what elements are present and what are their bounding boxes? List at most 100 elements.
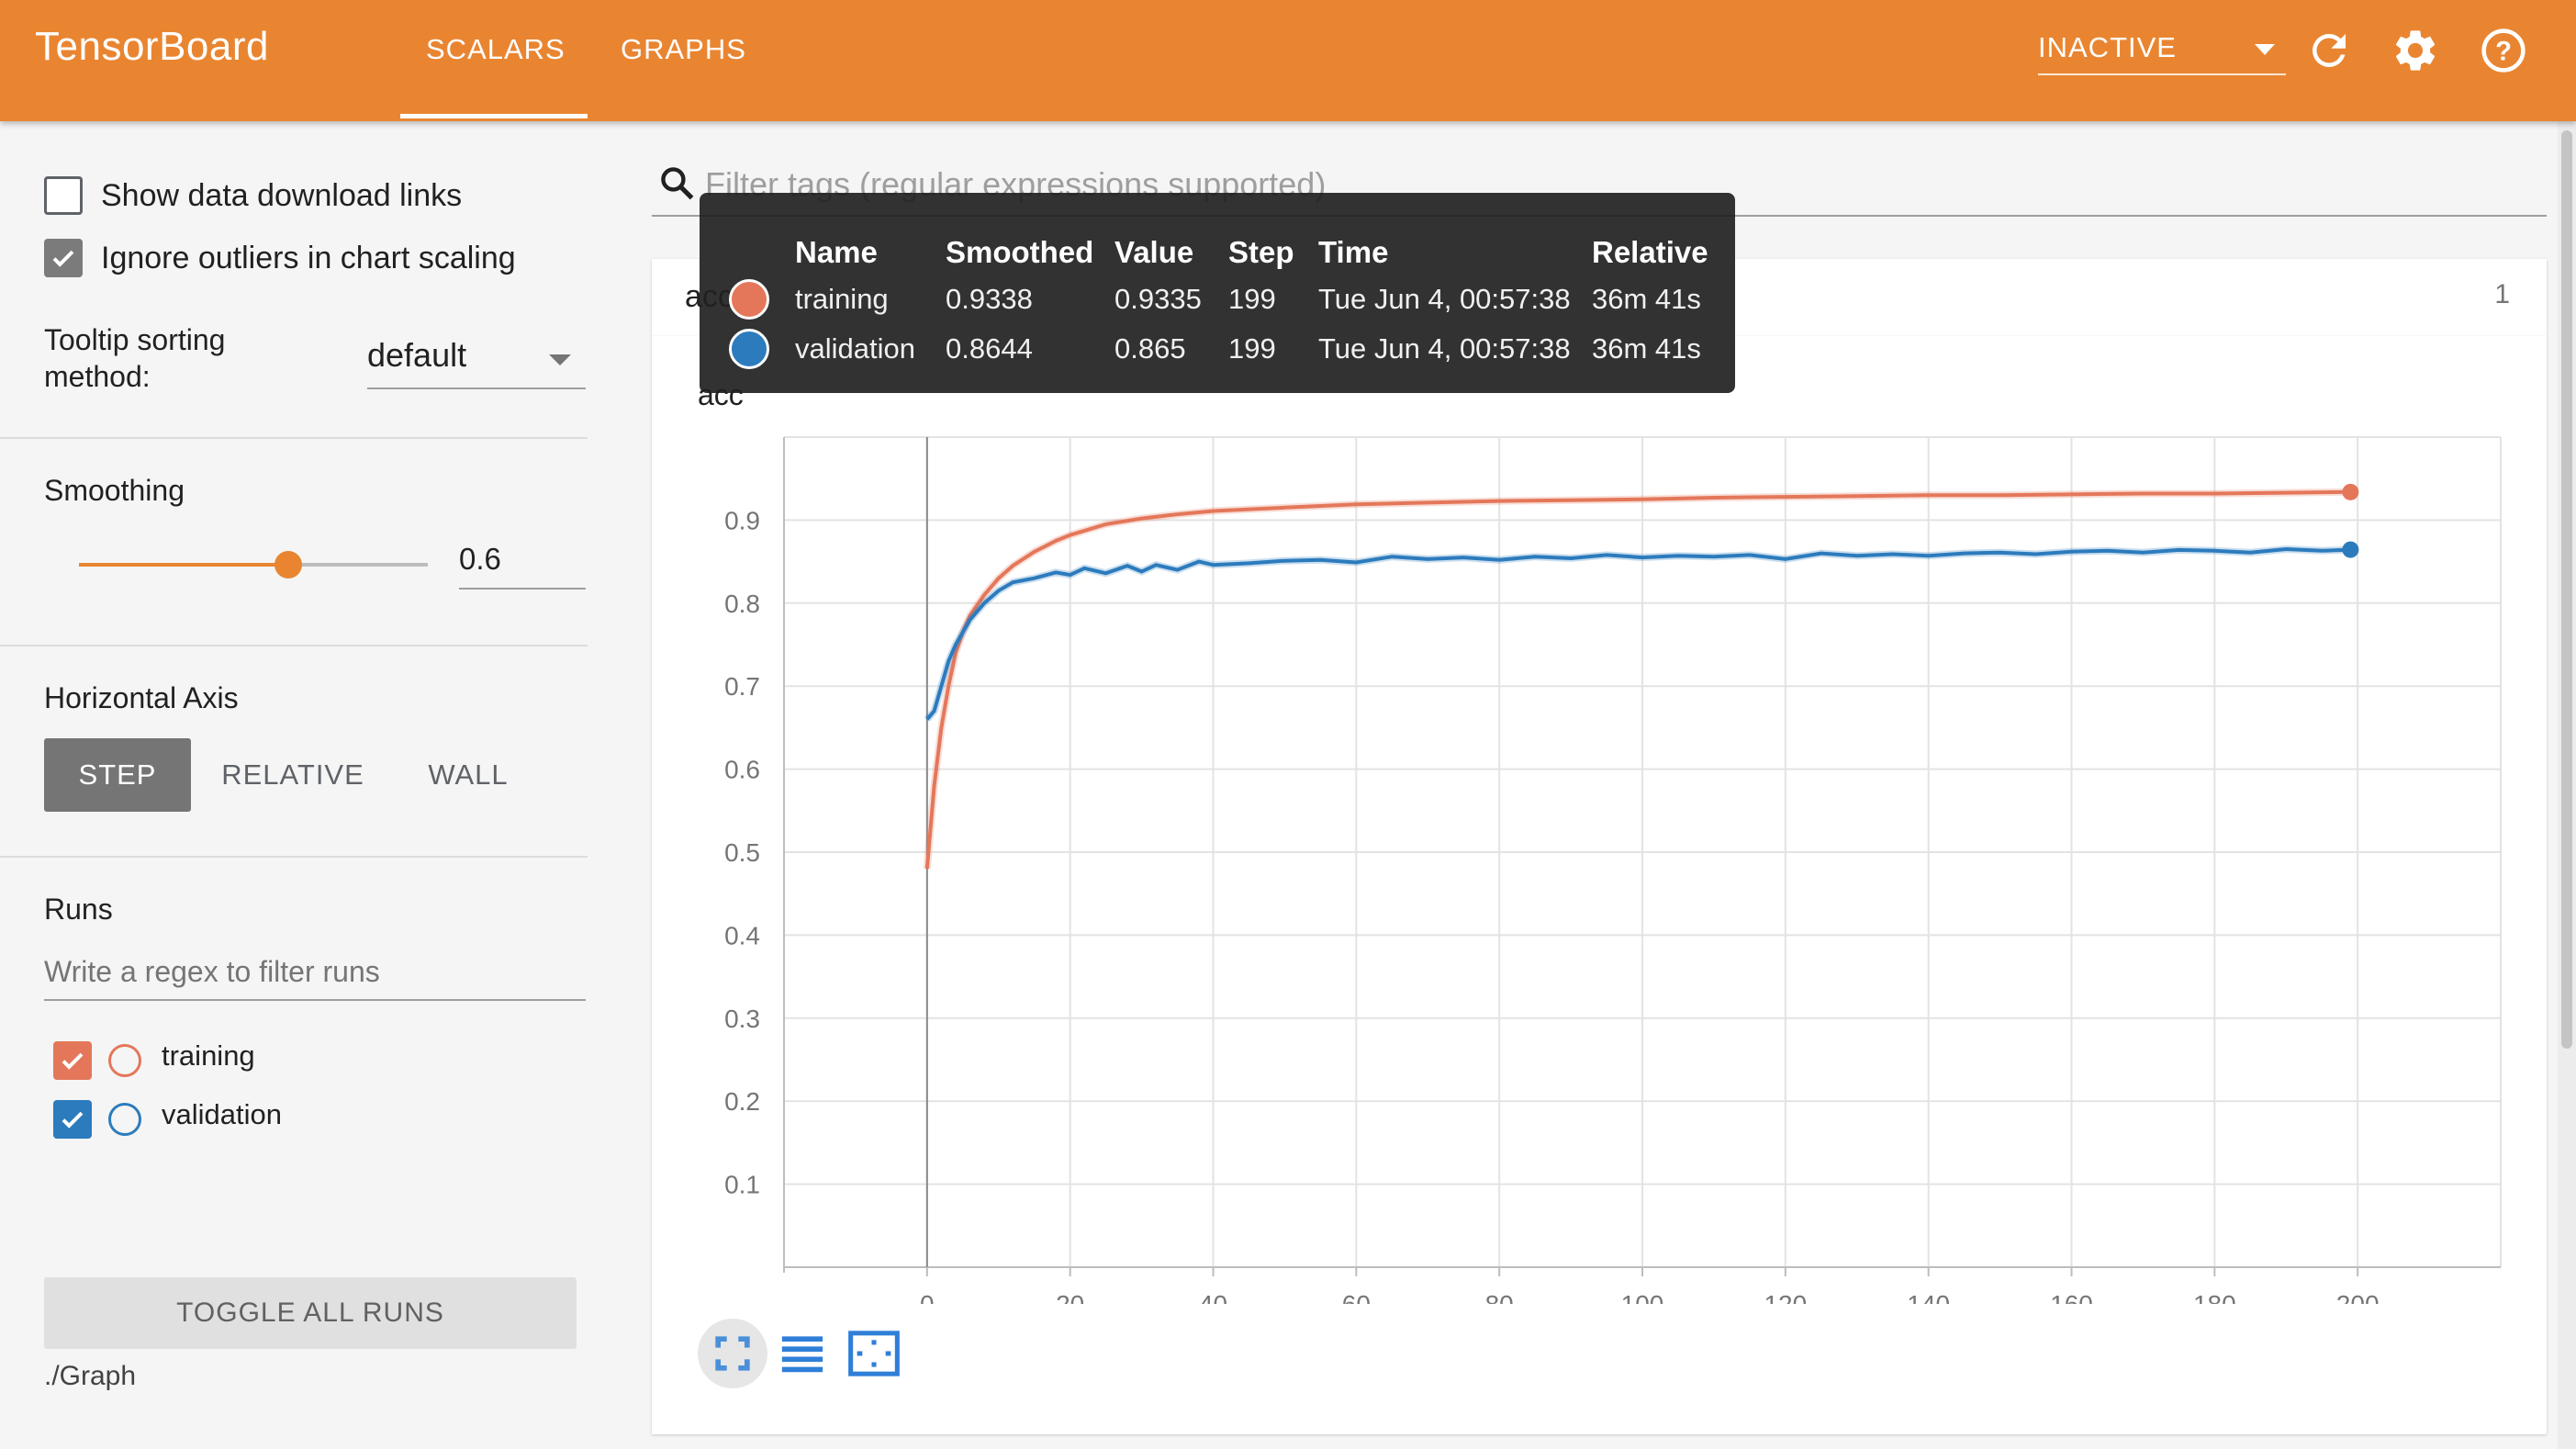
y-tick-label: 0.1 [724,1171,760,1199]
run-training-label: training [162,1039,255,1072]
log-scale-toggle-button[interactable] [767,1319,837,1388]
show-download-links-label: Show data download links [101,178,463,213]
y-tick-label: 0.2 [724,1087,760,1116]
tooltip-header-smoothed: Smoothed [946,235,1094,269]
reload-icon[interactable] [2304,26,2354,75]
runs-label: Runs [44,893,113,926]
fit-to-data-icon [848,1331,900,1376]
axis-step-button[interactable]: STEP [44,738,191,812]
y-tick-label: 0.8 [724,590,760,618]
series-raw-line-training [923,488,2351,870]
x-tick-label: 0 [920,1290,935,1304]
x-tick-label: 40 [1199,1290,1227,1304]
app-title: TensorBoard [35,24,269,69]
scrollbar-thumb[interactable] [2561,130,2572,1049]
checkmark-icon [62,1111,84,1129]
tooltip-row-step: 199 [1228,332,1276,365]
tooltip-row-name: validation [795,332,915,365]
chevron-down-icon [549,354,571,365]
fit-domain-button[interactable] [839,1319,909,1388]
divider [0,437,588,439]
runs-filter-input[interactable]: Write a regex to filter runs [44,948,586,1001]
search-icon [661,167,694,200]
tab-scalars[interactable]: SCALARS [426,33,566,66]
run-validation-checkbox[interactable] [53,1100,92,1139]
tooltip-row-step: 199 [1228,283,1276,315]
divider [0,645,588,646]
sidebar: Show data download links Ignore outliers… [0,121,588,1449]
tooltip-row-value: 0.9335 [1114,283,1202,315]
tooltip-header-step: Step [1228,235,1294,269]
y-tick-label: 0.5 [724,838,760,867]
ignore-outliers-label: Ignore outliers in chart scaling [101,241,516,275]
tooltip-row-value: 0.865 [1114,332,1186,365]
tooltip-row-smoothed: 0.8644 [946,332,1033,365]
x-tick-label: 180 [2193,1290,2236,1304]
page-scrollbar[interactable] [2558,121,2576,1449]
x-tick-label: 80 [1485,1290,1514,1304]
x-tick-label: 200 [2336,1290,2380,1304]
y-tick-label: 0.4 [724,921,760,949]
smoothing-value-input[interactable]: 0.6 [459,536,586,590]
horizontal-axis-label: Horizontal Axis [44,681,239,714]
list-icon [781,1336,823,1373]
y-tick-label: 0.3 [724,1005,760,1033]
divider [0,856,588,858]
show-download-links-checkbox[interactable] [44,176,83,215]
smoothing-label: Smoothing [44,474,185,507]
series-line-training [924,489,2351,870]
tooltip-sorting-select[interactable]: default [367,331,586,389]
x-tick-label: 140 [1907,1290,1950,1304]
run-training-color-icon[interactable] [108,1044,141,1077]
svg-text:?: ? [2495,37,2512,66]
chart-tooltip: Name Smoothed Value Step Time Relative t… [700,193,1735,393]
tab-graphs[interactable]: GRAPHS [621,33,746,66]
tooltip-header-time: Time [1318,235,1389,269]
x-tick-label: 160 [2050,1290,2093,1304]
active-tab-indicator [400,114,588,118]
tooltip-row-name: training [795,283,889,315]
tooltip-row-color-icon [729,329,769,369]
run-validation-label: validation [162,1098,282,1130]
y-tick-label: 0.7 [724,672,760,701]
series-point-validation [2342,541,2359,558]
ignore-outliers-checkbox[interactable] [44,239,83,277]
smoothing-slider-fill [79,563,288,567]
checkmark-icon [62,1052,84,1070]
fullscreen-toggle-button[interactable] [698,1319,767,1388]
x-tick-label: 20 [1056,1290,1084,1304]
tooltip-header-value: Value [1114,235,1194,269]
checkmark-icon [52,250,74,267]
series-point-training [2342,483,2359,500]
series-raw-line-validation [924,545,2351,723]
tooltip-header-name: Name [795,235,878,269]
tooltip-header-relative: Relative [1592,235,1708,269]
chevron-down-icon [2255,44,2275,55]
log-directory-label: ./Graph [44,1361,137,1391]
x-tick-label: 120 [1764,1290,1807,1304]
acc-line-chart[interactable]: 0 20 40 60 80 100 120 140 160 180 200 0.1 0.2 0.3 0.4 0… [643,404,2534,1304]
y-tick-label: 0.9 [724,506,760,534]
smoothing-slider[interactable] [79,551,428,578]
fullscreen-icon [715,1336,750,1371]
x-tick-label: 60 [1342,1290,1371,1304]
tooltip-sorting-label-line2: method: [44,360,151,393]
help-icon[interactable]: ? [2479,26,2528,75]
toggle-all-runs-button[interactable]: TOGGLE ALL RUNS [44,1277,577,1349]
run-status-select[interactable]: INACTIVE [2038,28,2286,75]
axis-relative-button[interactable]: RELATIVE [207,738,378,812]
tooltip-row-time: Tue Jun 4, 00:57:38 [1318,332,1571,365]
axis-wall-button[interactable]: WALL [395,738,542,812]
run-training-checkbox[interactable] [53,1041,92,1080]
top-app-bar: TensorBoard SCALARS GRAPHS INACTIVE ? [0,0,2576,121]
smoothing-slider-handle[interactable] [274,551,302,578]
tooltip-row-time: Tue Jun 4, 00:57:38 [1318,283,1571,315]
gear-icon[interactable] [2391,26,2440,75]
run-validation-color-icon[interactable] [108,1103,141,1136]
tooltip-sorting-value: default [367,336,467,374]
tooltip-row-relative: 36m 41s [1592,332,1701,365]
tooltip-row-color-icon [729,279,769,320]
run-status-label: INACTIVE [2038,31,2177,63]
x-tick-label: 100 [1621,1290,1664,1304]
y-tick-label: 0.6 [724,756,760,784]
